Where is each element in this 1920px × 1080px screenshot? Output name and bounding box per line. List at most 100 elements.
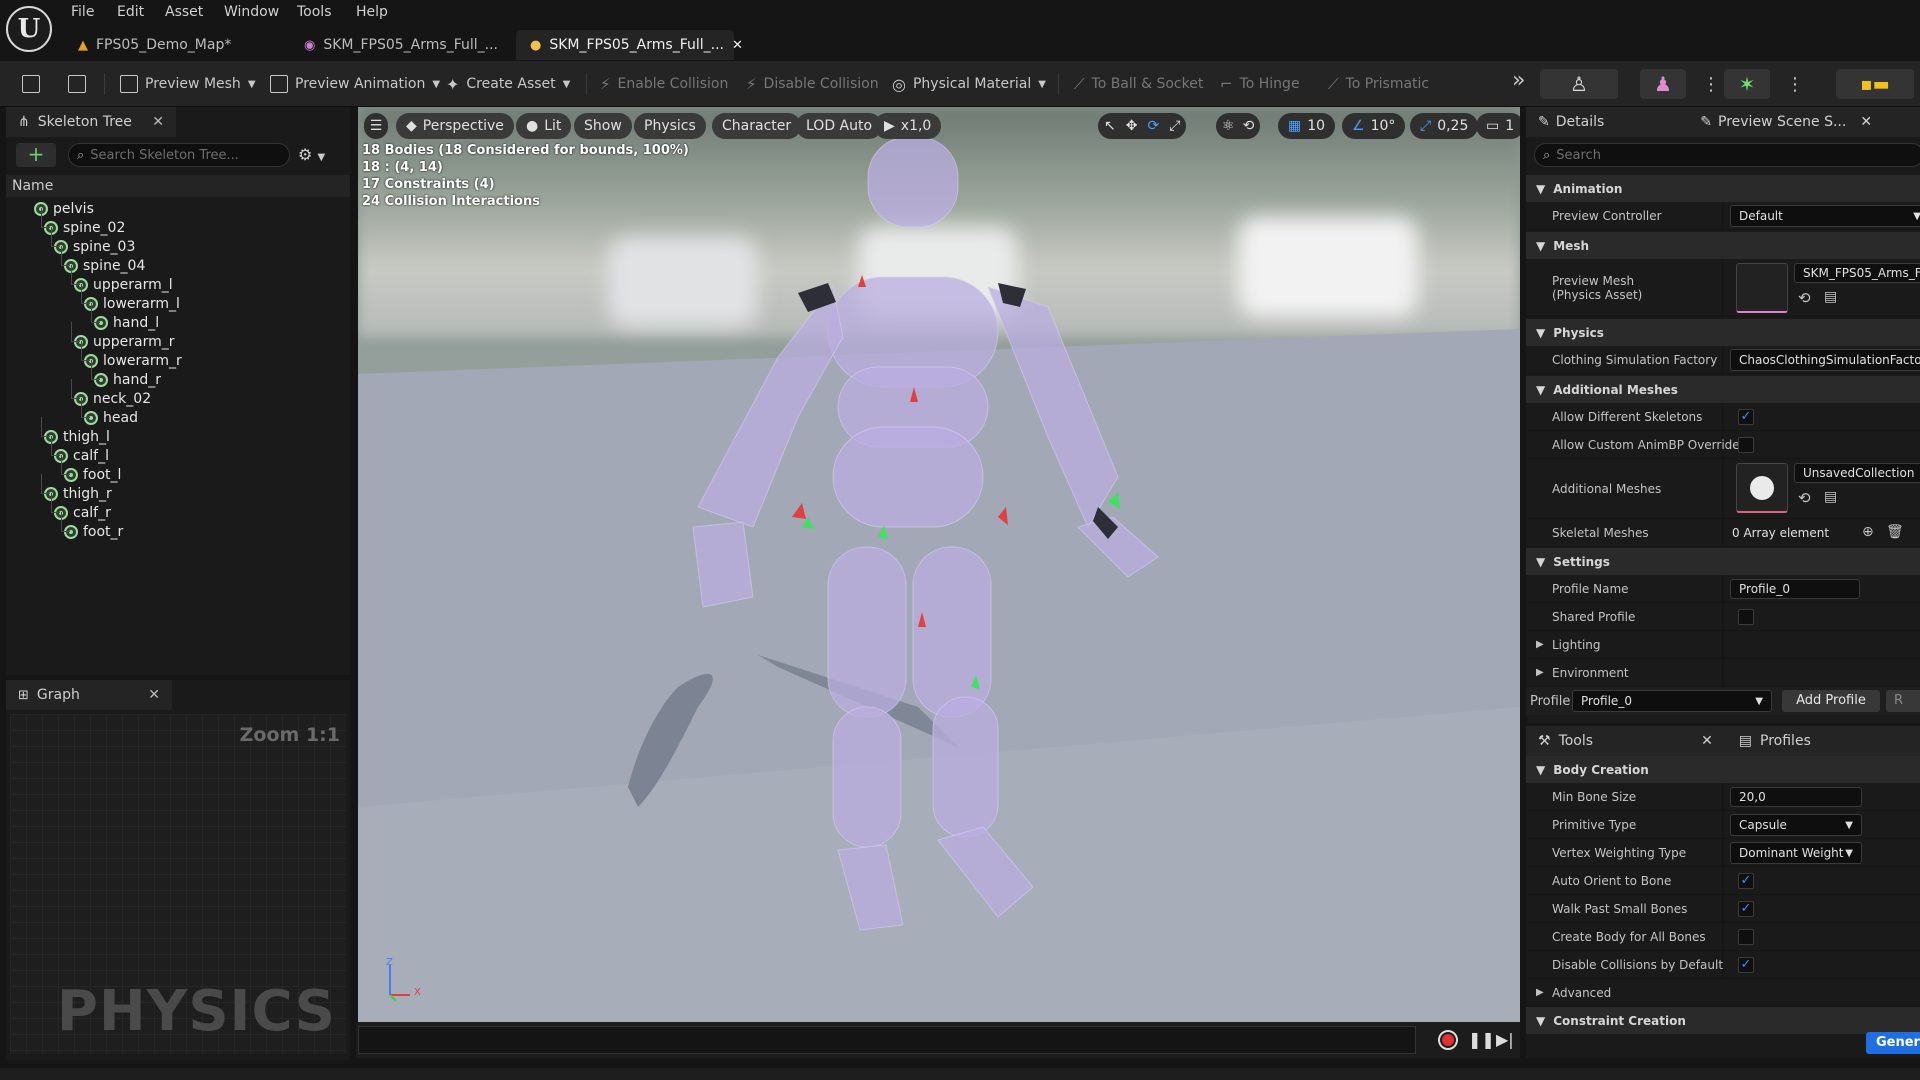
tab-profiles[interactable]: Profiles — [1760, 733, 1811, 749]
toolbar-overflow-icon[interactable]: » — [1504, 67, 1533, 93]
save-icon[interactable] — [14, 71, 48, 97]
details-search-input[interactable]: ⌕ Search — [1534, 143, 1920, 167]
world-space-icon[interactable]: ⚛ — [1222, 118, 1235, 134]
menu-file[interactable]: File — [71, 4, 94, 20]
rotate-icon[interactable]: ⟳ — [1147, 118, 1159, 134]
scale-icon[interactable]: ⤢ — [1169, 118, 1180, 134]
move-icon[interactable]: ✥ — [1126, 118, 1138, 134]
profile-dropdown[interactable]: Profile_0 ▼ — [1572, 690, 1772, 712]
bone-row-hand_l[interactable]: hand_l — [94, 313, 159, 332]
menu-help[interactable]: Help — [356, 4, 388, 20]
grid-snap-button[interactable]: ▦ 10 — [1278, 113, 1336, 139]
tab-tools[interactable]: Tools — [1559, 733, 1594, 749]
menu-window[interactable]: Window — [224, 4, 279, 20]
select-icon[interactable]: ↖ — [1104, 118, 1116, 134]
close-tab-icon[interactable]: ✕ — [732, 38, 743, 53]
preview-mesh-field[interactable]: SKM_FPS05_Arms_Full — [1794, 263, 1920, 283]
row-environment[interactable]: ▶ Environment — [1526, 659, 1920, 687]
close-icon[interactable]: ✕ — [152, 114, 164, 130]
physical-material-button[interactable]: ◎ Physical Material ▼ — [884, 71, 1054, 97]
bone-row-thigh_r[interactable]: thigh_r — [44, 484, 112, 503]
preview-mesh-button[interactable]: Preview Mesh ▼ — [112, 71, 264, 97]
bone-row-lowerarm_r[interactable]: lowerarm_r — [84, 351, 182, 370]
bone-row-neck_02[interactable]: neck_02 — [74, 389, 151, 408]
surface-snap-icon[interactable]: ⟲ — [1243, 118, 1255, 134]
record-button[interactable] — [1438, 1030, 1458, 1050]
lod-button[interactable]: LOD Auto — [796, 113, 883, 139]
section-settings[interactable]: ▼ Settings — [1526, 548, 1920, 575]
shared-profile-checkbox[interactable] — [1738, 609, 1754, 625]
bone-row-spine_03[interactable]: spine_03 — [54, 237, 135, 256]
disable-collisions-checkbox[interactable]: ✓ — [1738, 957, 1754, 973]
row-lighting[interactable]: ▶ Lighting — [1526, 631, 1920, 659]
bone-row-upperarm_l[interactable]: upperarm_l — [74, 275, 173, 294]
browse-icon[interactable]: ▤ — [1824, 489, 1837, 505]
physics-mode-button[interactable]: ▪▬ — [1836, 69, 1914, 99]
close-icon[interactable]: ✕ — [1701, 733, 1713, 749]
menu-tools[interactable]: Tools — [297, 4, 332, 20]
bone-row-hand_r[interactable]: hand_r — [94, 370, 161, 389]
skeleton-search-input[interactable]: ⌕ Search Skeleton Tree... — [68, 143, 290, 167]
walk-past-checkbox[interactable]: ✓ — [1738, 901, 1754, 917]
skeleton-mode-button[interactable]: ♙ — [1540, 69, 1618, 99]
vertex-weighting-dropdown[interactable]: Dominant Weight ▼ — [1730, 842, 1862, 864]
add-profile-button[interactable]: Add Profile — [1782, 690, 1880, 712]
camera-speed-button[interactable]: ▭ 1 — [1476, 113, 1520, 139]
clothing-factory-dropdown[interactable]: ChaosClothingSimulationFactory — [1730, 349, 1920, 371]
create-all-checkbox[interactable] — [1738, 929, 1754, 945]
skeleton-tree-tab[interactable]: ⋔ Skeleton Tree ✕ — [6, 107, 176, 137]
bone-row-pelvis[interactable]: pelvis — [34, 199, 94, 218]
add-element-icon[interactable]: ⊕ — [1862, 524, 1874, 540]
section-animation[interactable]: ▼ Animation — [1526, 175, 1920, 202]
step-forward-icon[interactable]: ▶| — [1496, 1030, 1514, 1049]
section-physics[interactable]: ▼ Physics — [1526, 319, 1920, 346]
unreal-logo-icon[interactable]: U — [6, 6, 52, 52]
show-button[interactable]: Show — [574, 113, 632, 139]
to-ball-socket-button[interactable]: ⟋ To Ball & Socket — [1066, 71, 1211, 97]
generate-button[interactable]: Gener — [1866, 1032, 1920, 1054]
profile-name-input[interactable]: Profile_0 — [1730, 579, 1860, 599]
auto-orient-checkbox[interactable]: ✓ — [1738, 873, 1754, 889]
tab-level-map[interactable]: ▲ FPS05_Demo_Map* — [64, 30, 284, 60]
section-body-creation[interactable]: ▼ Body Creation — [1526, 756, 1920, 783]
close-icon[interactable]: ✕ — [1860, 114, 1872, 130]
delete-icon[interactable]: 🗑 — [1886, 524, 1904, 540]
bone-row-thigh_l[interactable]: thigh_l — [44, 427, 110, 446]
menu-edit[interactable]: Edit — [117, 4, 144, 20]
additional-meshes-thumbnail[interactable] — [1736, 463, 1788, 513]
enable-collision-button[interactable]: ⚡ Enable Collision — [592, 71, 736, 97]
bone-row-lowerarm_l[interactable]: lowerarm_l — [84, 294, 180, 313]
disable-collision-button[interactable]: ⚡ Disable Collision — [738, 71, 887, 97]
timeline-track[interactable] — [358, 1026, 1416, 1054]
bone-row-calf_r[interactable]: calf_r — [54, 503, 111, 522]
perspective-button[interactable]: ◆ Perspective — [396, 113, 514, 139]
tab-preview-scene[interactable]: Preview Scene S... — [1718, 114, 1846, 130]
add-bone-button[interactable]: + — [16, 143, 56, 167]
tab-skeletal-mesh[interactable]: ◉ SKM_FPS05_Arms_Full_... — [290, 30, 510, 60]
min-bone-size-input[interactable]: 20,0 — [1730, 787, 1862, 807]
close-icon[interactable]: ✕ — [148, 687, 160, 703]
rotation-snap-button[interactable]: ∠ 10° — [1342, 113, 1406, 139]
mesh-mode-options-icon[interactable]: ⋮ — [1694, 71, 1728, 97]
viewport[interactable]: ☰ ◆ Perspective ● Lit Show Physics Charact… — [358, 107, 1520, 1022]
primitive-type-dropdown[interactable]: Capsule ▼ — [1730, 814, 1862, 836]
settings-gear-icon[interactable]: ⚙ ▼ — [298, 145, 325, 164]
bone-row-calf_l[interactable]: calf_l — [54, 446, 109, 465]
play-speed-button[interactable]: ▶ x1,0 — [874, 113, 942, 139]
allow-custom-animbp-checkbox[interactable] — [1738, 437, 1754, 453]
bone-row-spine_04[interactable]: spine_04 — [64, 256, 145, 275]
preview-mesh-thumbnail[interactable] — [1736, 263, 1788, 313]
section-constraint-creation[interactable]: ▼ Constraint Creation — [1526, 1007, 1920, 1034]
preview-controller-dropdown[interactable]: Default ▼ — [1730, 205, 1920, 227]
additional-meshes-field[interactable]: UnsavedCollection — [1794, 463, 1920, 483]
create-asset-button[interactable]: ✦ Create Asset ▼ — [438, 71, 578, 97]
to-hinge-button[interactable]: ⌐ To Hinge — [1212, 71, 1308, 97]
bone-row-foot_r[interactable]: foot_r — [64, 522, 123, 541]
use-selected-icon[interactable]: ⟲ — [1798, 489, 1811, 507]
to-prismatic-button[interactable]: ⟋ To Prismatic — [1320, 71, 1437, 97]
bone-row-spine_02[interactable]: spine_02 — [44, 218, 125, 237]
scale-snap-button[interactable]: ⤢ 0,25 — [1410, 113, 1479, 139]
graph-tab[interactable]: ⊞ Graph ✕ — [6, 680, 172, 710]
graph-canvas[interactable]: Zoom 1:1 PHYSICS — [10, 714, 346, 1054]
allow-different-skeletons-checkbox[interactable]: ✓ — [1738, 409, 1754, 425]
